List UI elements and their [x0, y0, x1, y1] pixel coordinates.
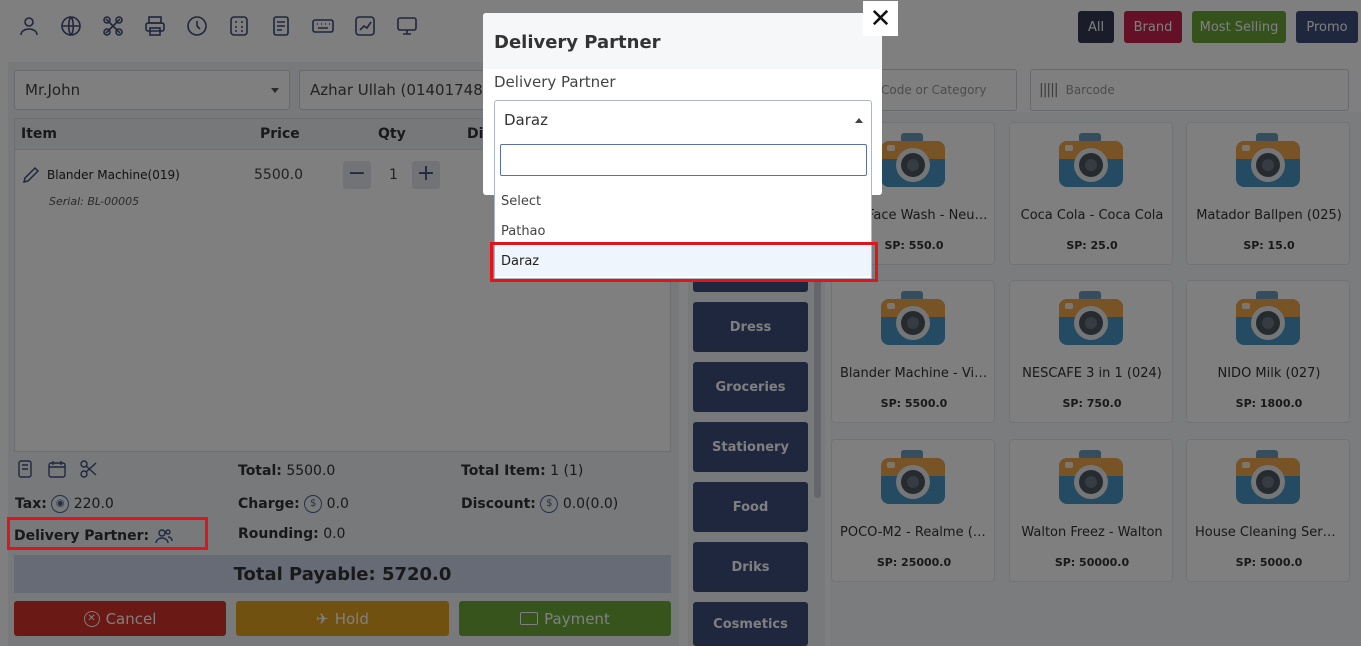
close-icon[interactable]: ✕ [863, 1, 898, 36]
modal-title: Delivery Partner [494, 32, 661, 53]
highlight-daraz-option [490, 242, 878, 282]
delivery-partner-selected-value: Daraz [504, 111, 548, 129]
modal-header: Delivery Partner [483, 13, 882, 69]
dropdown-option-select[interactable]: Select [495, 186, 871, 216]
highlight-delivery-partner [7, 517, 208, 550]
delivery-partner-select[interactable]: Daraz [494, 100, 872, 140]
dropdown-search-input[interactable] [500, 144, 867, 176]
chevron-up-icon [855, 118, 863, 123]
delivery-partner-field-label: Delivery Partner [494, 73, 616, 91]
